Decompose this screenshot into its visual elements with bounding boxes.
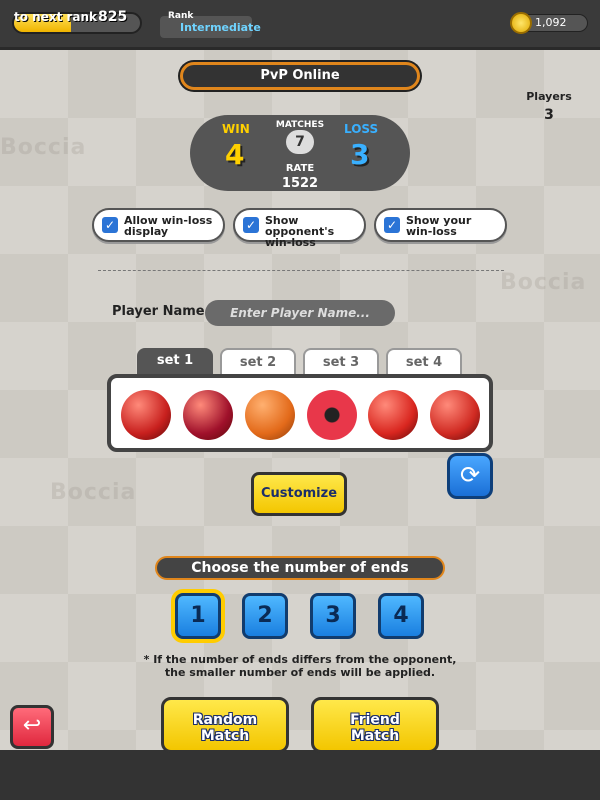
show-your-win-loss-checkbox[interactable]: ✓ Show your win-loss bbox=[374, 208, 507, 242]
show-opponent-win-loss-checkbox[interactable]: ✓ Show opponent's win-loss bbox=[233, 208, 366, 248]
checkmark-icon: ✓ bbox=[102, 217, 118, 233]
rank-value: Intermediate bbox=[180, 21, 261, 34]
checkmark-icon: ✓ bbox=[243, 217, 259, 233]
tab-set-3[interactable]: set 3 bbox=[303, 348, 379, 374]
ends-option-2[interactable]: 2 bbox=[242, 593, 288, 639]
coin-value: 1,092 bbox=[535, 16, 567, 29]
coin-icon bbox=[510, 12, 532, 34]
loss-value: 3 bbox=[350, 138, 370, 171]
ends-note: * If the number of ends differs from the… bbox=[140, 653, 460, 679]
refresh-button[interactable]: ⟳ bbox=[447, 453, 493, 499]
button-label: Friend bbox=[350, 712, 400, 728]
red-ball-icon bbox=[368, 390, 418, 440]
matches-value: 7 bbox=[286, 130, 314, 154]
matches-label: MATCHES bbox=[275, 120, 325, 130]
rank-progress-label: to next rank bbox=[14, 10, 98, 24]
tab-set-2[interactable]: set 2 bbox=[220, 348, 296, 374]
rate-value: 1522 bbox=[281, 176, 319, 191]
customize-button[interactable]: Customize bbox=[251, 472, 347, 516]
button-label: Match bbox=[200, 728, 250, 744]
option-label: win-loss bbox=[406, 225, 457, 238]
watermark: Boccia bbox=[500, 270, 587, 295]
rate-label: RATE bbox=[285, 163, 315, 174]
win-label: WIN bbox=[222, 122, 250, 136]
back-button[interactable]: ↩ bbox=[10, 705, 54, 749]
option-label: display bbox=[124, 225, 169, 238]
random-match-button[interactable]: Random Match bbox=[161, 697, 289, 753]
note-line: the smaller number of ends will be appli… bbox=[164, 666, 436, 679]
player-name-input[interactable] bbox=[205, 300, 395, 326]
checkmark-icon: ✓ bbox=[384, 217, 400, 233]
bottom-bar bbox=[0, 750, 600, 800]
win-value: 4 bbox=[225, 138, 245, 171]
button-label: Match bbox=[350, 728, 400, 744]
friend-match-button[interactable]: Friend Match bbox=[311, 697, 439, 753]
players-label: Players bbox=[526, 90, 572, 103]
rank-title: Rank bbox=[168, 11, 194, 21]
red-ball-icon bbox=[121, 390, 171, 440]
allow-win-loss-checkbox[interactable]: ✓ Allow win-loss display bbox=[92, 208, 225, 242]
player-name-label: Player Name bbox=[112, 304, 205, 319]
tab-set-4[interactable]: set 4 bbox=[386, 348, 462, 374]
ends-option-1[interactable]: 1 bbox=[175, 593, 221, 639]
watermark: Boccia bbox=[0, 135, 87, 160]
tab-set-1[interactable]: set 1 bbox=[137, 348, 213, 374]
loss-label: LOSS bbox=[344, 122, 379, 136]
dark-red-ball-icon bbox=[183, 390, 233, 440]
button-label: Random bbox=[192, 712, 258, 728]
basketball-icon bbox=[245, 390, 295, 440]
divider bbox=[98, 270, 504, 271]
ends-title: Choose the number of ends bbox=[155, 556, 445, 580]
watermark: Boccia bbox=[50, 480, 137, 505]
page-title: PvP Online bbox=[260, 68, 340, 83]
back-arrow-icon: ↩ bbox=[22, 713, 42, 738]
ends-option-4[interactable]: 4 bbox=[378, 593, 424, 639]
red-ball-icon bbox=[430, 390, 480, 440]
players-value: 3 bbox=[544, 107, 554, 123]
note-line: * If the number of ends differs from the… bbox=[143, 653, 457, 666]
soccer-ball-icon bbox=[307, 390, 357, 440]
refresh-icon: ⟳ bbox=[459, 461, 481, 489]
rank-points: 825 bbox=[98, 9, 128, 25]
option-label: win-loss bbox=[265, 236, 316, 249]
ends-option-3[interactable]: 3 bbox=[310, 593, 356, 639]
option-label: Show opponent's bbox=[265, 214, 335, 238]
